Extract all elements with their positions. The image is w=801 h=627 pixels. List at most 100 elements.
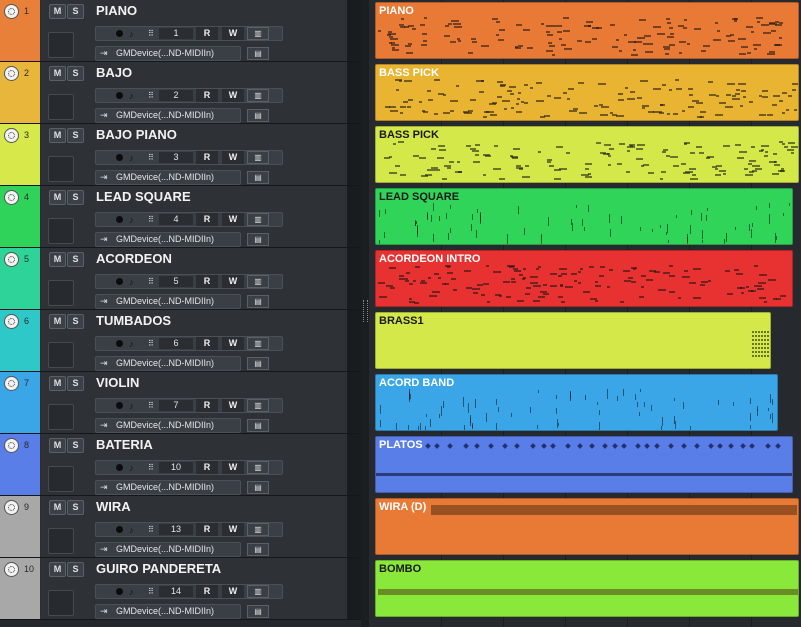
midi-output-selector[interactable]: ⇥ GMDevice(...ND-MIDIIn) <box>95 480 241 495</box>
record-enable-button[interactable] <box>116 216 123 223</box>
track-color-strip[interactable]: 8 <box>0 434 40 495</box>
read-automation-button[interactable]: R <box>196 337 218 350</box>
track-picture-slot[interactable] <box>48 590 74 616</box>
columns-icon[interactable]: ▥ <box>247 461 269 474</box>
zone-splitter[interactable] <box>361 0 369 627</box>
edit-instrument-icon[interactable]: ▤ <box>247 357 269 370</box>
mute-button[interactable]: M <box>49 314 66 329</box>
midi-channel-field[interactable]: 14 <box>159 586 193 597</box>
read-automation-button[interactable]: R <box>196 275 218 288</box>
midi-part[interactable]: PIANO <box>375 2 799 59</box>
track-name[interactable]: PIANO <box>96 3 137 18</box>
edit-instrument-icon[interactable]: ▤ <box>247 109 269 122</box>
mute-button[interactable]: M <box>49 66 66 81</box>
columns-icon[interactable]: ▥ <box>247 89 269 102</box>
solo-button[interactable]: S <box>67 252 84 267</box>
record-enable-button[interactable] <box>116 340 123 347</box>
monitor-icon[interactable]: ♪ <box>129 91 134 101</box>
track-color-strip[interactable]: 4 <box>0 186 40 247</box>
arrangement-area[interactable]: PIANO BASS PICK BASS PICK LEAD SQUARE ACORDE… <box>369 0 801 627</box>
record-enable-button[interactable] <box>116 402 123 409</box>
edit-instrument-icon[interactable]: ▤ <box>247 47 269 60</box>
monitor-icon[interactable]: ♪ <box>129 339 134 349</box>
read-automation-button[interactable]: R <box>196 399 218 412</box>
monitor-icon[interactable]: ♪ <box>129 29 134 39</box>
edit-instrument-icon[interactable]: ▤ <box>247 481 269 494</box>
track-name[interactable]: ACORDEON <box>96 251 172 266</box>
read-automation-button[interactable]: R <box>196 89 218 102</box>
monitor-icon[interactable]: ♪ <box>129 587 134 597</box>
mute-button[interactable]: M <box>49 4 66 19</box>
track-row[interactable]: 6 M S TUMBADOS ♪ ⠿ 6 R W ▥ ⇥ GMDevice(..… <box>0 310 362 372</box>
midi-part[interactable]: BASS PICK <box>375 64 799 121</box>
track-row[interactable]: 4 M S LEAD SQUARE ♪ ⠿ 4 R W ▥ ⇥ GMDevice… <box>0 186 362 248</box>
write-automation-button[interactable]: W <box>222 275 244 288</box>
record-enable-button[interactable] <box>116 30 123 37</box>
midi-output-selector[interactable]: ⇥ GMDevice(...ND-MIDIIn) <box>95 46 241 61</box>
record-enable-button[interactable] <box>116 464 123 471</box>
columns-icon[interactable]: ▥ <box>247 585 269 598</box>
track-name[interactable]: WIRA <box>96 499 131 514</box>
midi-channel-field[interactable]: 13 <box>159 524 193 535</box>
track-picture-slot[interactable] <box>48 280 74 306</box>
track-picture-slot[interactable] <box>48 528 74 554</box>
columns-icon[interactable]: ▥ <box>247 275 269 288</box>
write-automation-button[interactable]: W <box>222 89 244 102</box>
track-color-strip[interactable]: 9 <box>0 496 40 557</box>
midi-output-selector[interactable]: ⇥ GMDevice(...ND-MIDIIn) <box>95 294 241 309</box>
midi-part[interactable]: BOMBO <box>375 560 799 617</box>
midi-channel-field[interactable]: 6 <box>159 338 193 349</box>
read-automation-button[interactable]: R <box>196 461 218 474</box>
midi-channel-field[interactable]: 2 <box>159 90 193 101</box>
solo-button[interactable]: S <box>67 376 84 391</box>
midi-part[interactable]: LEAD SQUARE <box>375 188 793 245</box>
read-automation-button[interactable]: R <box>196 27 218 40</box>
track-row[interactable]: 10 M S GUIRO PANDERETA ♪ ⠿ 14 R W ▥ ⇥ GM… <box>0 558 362 620</box>
midi-channel-field[interactable]: 10 <box>159 462 193 473</box>
track-name[interactable]: LEAD SQUARE <box>96 189 191 204</box>
edit-instrument-icon[interactable]: ▤ <box>247 419 269 432</box>
write-automation-button[interactable]: W <box>222 399 244 412</box>
mute-button[interactable]: M <box>49 252 66 267</box>
track-color-strip[interactable]: 7 <box>0 372 40 433</box>
midi-channel-field[interactable]: 1 <box>159 28 193 39</box>
read-automation-button[interactable]: R <box>196 585 218 598</box>
midi-part[interactable]: ACORD BAND <box>375 374 778 431</box>
record-enable-button[interactable] <box>116 278 123 285</box>
track-picture-slot[interactable] <box>48 156 74 182</box>
splitter-grip-icon[interactable] <box>363 300 368 322</box>
track-picture-slot[interactable] <box>48 342 74 368</box>
midi-output-selector[interactable]: ⇥ GMDevice(...ND-MIDIIn) <box>95 108 241 123</box>
edit-instrument-icon[interactable]: ▤ <box>247 543 269 556</box>
edit-instrument-icon[interactable]: ▤ <box>247 171 269 184</box>
midi-channel-field[interactable]: 5 <box>159 276 193 287</box>
midi-part[interactable]: BASS PICK <box>375 126 799 183</box>
columns-icon[interactable]: ▥ <box>247 213 269 226</box>
monitor-icon[interactable]: ♪ <box>129 401 134 411</box>
track-color-strip[interactable]: 3 <box>0 124 40 185</box>
solo-button[interactable]: S <box>67 500 84 515</box>
track-name[interactable]: GUIRO PANDERETA <box>96 561 221 576</box>
track-color-strip[interactable]: 1 <box>0 0 40 61</box>
midi-output-selector[interactable]: ⇥ GMDevice(...ND-MIDIIn) <box>95 170 241 185</box>
track-color-strip[interactable]: 2 <box>0 62 40 123</box>
write-automation-button[interactable]: W <box>222 461 244 474</box>
solo-button[interactable]: S <box>67 438 84 453</box>
track-picture-slot[interactable] <box>48 404 74 430</box>
columns-icon[interactable]: ▥ <box>247 399 269 412</box>
track-color-strip[interactable]: 6 <box>0 310 40 371</box>
write-automation-button[interactable]: W <box>222 27 244 40</box>
monitor-icon[interactable]: ♪ <box>129 463 134 473</box>
track-name[interactable]: BAJO <box>96 65 132 80</box>
write-automation-button[interactable]: W <box>222 337 244 350</box>
edit-instrument-icon[interactable]: ▤ <box>247 605 269 618</box>
solo-button[interactable]: S <box>67 314 84 329</box>
track-name[interactable]: BAJO PIANO <box>96 127 177 142</box>
track-name[interactable]: BATERIA <box>96 437 153 452</box>
record-enable-button[interactable] <box>116 588 123 595</box>
write-automation-button[interactable]: W <box>222 151 244 164</box>
monitor-icon[interactable]: ♪ <box>129 153 134 163</box>
columns-icon[interactable]: ▥ <box>247 151 269 164</box>
mute-button[interactable]: M <box>49 438 66 453</box>
midi-output-selector[interactable]: ⇥ GMDevice(...ND-MIDIIn) <box>95 542 241 557</box>
